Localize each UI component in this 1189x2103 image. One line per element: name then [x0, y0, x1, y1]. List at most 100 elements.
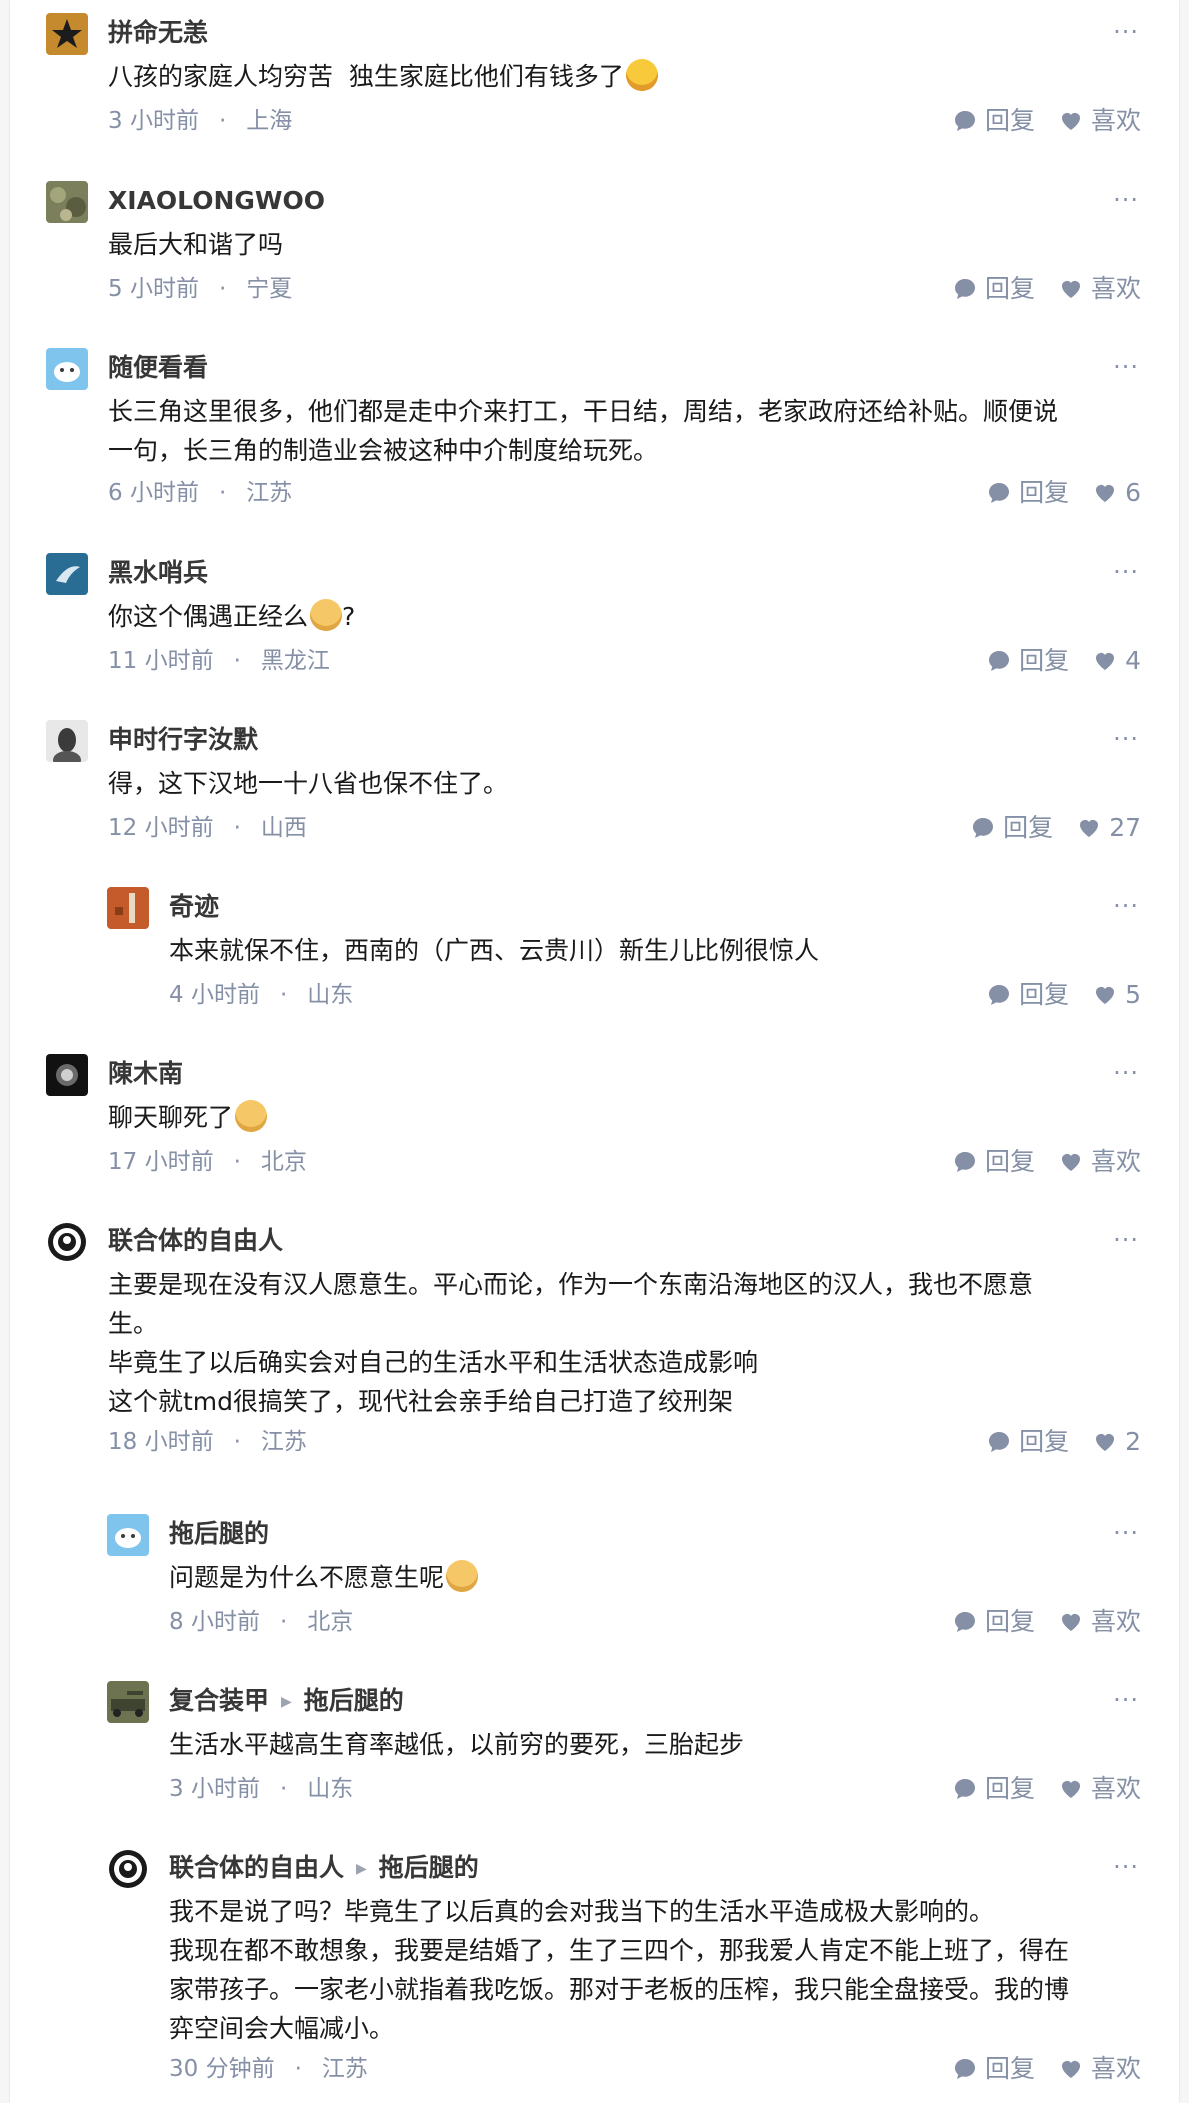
author-name[interactable]: 随便看看 [108, 353, 208, 383]
reply-arrow-icon: ▶ [356, 1861, 367, 1877]
author-name: 联合体的自由人 ▶ 拖后腿的 [169, 1853, 479, 1887]
comment-actions: 回复 5 [987, 980, 1141, 1010]
location: 江苏 [260, 1429, 307, 1455]
author-name[interactable]: 拼命无恙 [108, 18, 208, 48]
more-options-icon[interactable]: ··· [1113, 1061, 1139, 1085]
reply-icon [989, 985, 1010, 1005]
comment-meta: 30 分钟前 · 江苏 [169, 2056, 368, 2082]
comment-text: 长三角这里很多，他们都是走中介来打工，干日结，周结，老家政府还给补贴。顺便说 一… [108, 397, 1059, 465]
reply-button[interactable]: 回复 [953, 2054, 1035, 2084]
like-count: 4 [1125, 646, 1141, 675]
like-button[interactable]: 5 [1093, 980, 1141, 1010]
reply-button[interactable]: 回复 [953, 274, 1035, 304]
author-name: 复合装甲 ▶ 拖后腿的 [169, 1686, 404, 1720]
avatar[interactable] [107, 887, 149, 929]
reply-button[interactable]: 回复 [953, 1774, 1035, 1804]
reply-icon [954, 2059, 975, 2079]
like-button[interactable]: 喜欢 [1059, 2054, 1141, 2084]
location: 江苏 [321, 2056, 368, 2082]
avatar[interactable] [46, 348, 88, 390]
comment-actions: 回复 喜欢 [953, 1607, 1141, 1637]
reply-author[interactable]: 复合装甲 [169, 1686, 269, 1715]
timestamp: 11 小时前 [108, 648, 214, 674]
like-count: 喜欢 [1090, 1147, 1141, 1176]
author-name[interactable]: 陳木南 [108, 1059, 183, 1089]
heart-icon [1096, 1434, 1115, 1451]
comment-text: 你这个偶遇正经么? [108, 597, 355, 636]
heart-icon [1080, 820, 1099, 837]
more-options-icon[interactable]: ··· [1113, 1688, 1139, 1712]
like-count: 喜欢 [1090, 1607, 1141, 1636]
reply-button[interactable]: 回复 [987, 1427, 1069, 1457]
like-button[interactable]: 喜欢 [1059, 1607, 1141, 1637]
like-button[interactable]: 喜欢 [1059, 274, 1141, 304]
reply-author[interactable]: 联合体的自由人 [169, 1853, 344, 1882]
author-name[interactable]: 奇迹 [169, 892, 219, 922]
reply-icon [989, 651, 1010, 671]
comment-actions: 回复 喜欢 [953, 1774, 1141, 1804]
reply-icon [954, 1612, 975, 1632]
comment-text: 聊天聊死了 [108, 1098, 268, 1137]
like-button[interactable]: 6 [1093, 478, 1141, 508]
reply-button[interactable]: 回复 [953, 1607, 1035, 1637]
location: 山西 [260, 815, 307, 841]
comment-actions: 回复 喜欢 [953, 274, 1141, 304]
reply-icon [954, 279, 975, 299]
more-options-icon[interactable]: ··· [1113, 188, 1139, 212]
timestamp: 8 小时前 [169, 1609, 260, 1635]
avatar[interactable] [46, 1221, 88, 1263]
timestamp: 12 小时前 [108, 815, 214, 841]
comment-meta: 3 小时前 · 上海 [108, 108, 293, 134]
author-name[interactable]: XIAOLONGWOO [108, 186, 325, 216]
more-options-icon[interactable]: ··· [1113, 1228, 1139, 1252]
reply-button[interactable]: 回复 [971, 813, 1053, 843]
author-name[interactable]: 联合体的自由人 [108, 1226, 283, 1256]
like-button[interactable]: 喜欢 [1059, 106, 1141, 136]
location: 江苏 [246, 480, 293, 506]
like-button[interactable]: 喜欢 [1059, 1774, 1141, 1804]
more-options-icon[interactable]: ··· [1113, 1855, 1139, 1879]
more-options-icon[interactable]: ··· [1113, 1521, 1139, 1545]
avatar[interactable] [46, 13, 88, 55]
avatar[interactable] [46, 553, 88, 595]
avatar[interactable] [107, 1681, 149, 1723]
reply-target[interactable]: 拖后腿的 [304, 1686, 404, 1715]
avatar[interactable] [107, 1514, 149, 1556]
more-options-icon[interactable]: ··· [1113, 20, 1139, 44]
location: 北京 [307, 1609, 354, 1635]
location: 北京 [260, 1149, 307, 1175]
author-name[interactable]: 拖后腿的 [169, 1519, 269, 1549]
comment-meta: 4 小时前 · 山东 [169, 982, 354, 1008]
author-name[interactable]: 黑水哨兵 [108, 558, 208, 588]
avatar[interactable] [46, 1054, 88, 1096]
more-options-icon[interactable]: ··· [1113, 560, 1139, 584]
heart-icon [1096, 653, 1115, 670]
reply-button[interactable]: 回复 [953, 1147, 1035, 1177]
reply-target[interactable]: 拖后腿的 [379, 1853, 479, 1882]
reply-button[interactable]: 回复 [987, 478, 1069, 508]
avatar[interactable] [46, 181, 88, 223]
reply-icon [954, 1152, 975, 1172]
like-count: 5 [1125, 980, 1141, 1009]
like-button[interactable]: 4 [1093, 646, 1141, 676]
avatar[interactable] [107, 1848, 149, 1890]
more-options-icon[interactable]: ··· [1113, 727, 1139, 751]
avatar[interactable] [46, 720, 88, 762]
like-count: 27 [1109, 813, 1141, 842]
like-count: 喜欢 [1090, 1774, 1141, 1803]
like-button[interactable]: 喜欢 [1059, 1147, 1141, 1177]
more-options-icon[interactable]: ··· [1113, 894, 1139, 918]
comment-actions: 回复 4 [987, 646, 1141, 676]
author-name[interactable]: 申时行字汝默 [108, 725, 258, 755]
reply-button[interactable]: 回复 [987, 646, 1069, 676]
reply-button[interactable]: 回复 [987, 980, 1069, 1010]
more-options-icon[interactable]: ··· [1113, 355, 1139, 379]
reply-button[interactable]: 回复 [953, 106, 1035, 136]
like-button[interactable]: 27 [1077, 813, 1141, 843]
heart-icon [1096, 987, 1115, 1004]
location: 山东 [307, 1776, 354, 1802]
like-button[interactable]: 2 [1093, 1427, 1141, 1457]
comment-actions: 回复 6 [987, 478, 1141, 508]
like-count: 喜欢 [1090, 274, 1141, 303]
reply-icon [954, 111, 975, 131]
